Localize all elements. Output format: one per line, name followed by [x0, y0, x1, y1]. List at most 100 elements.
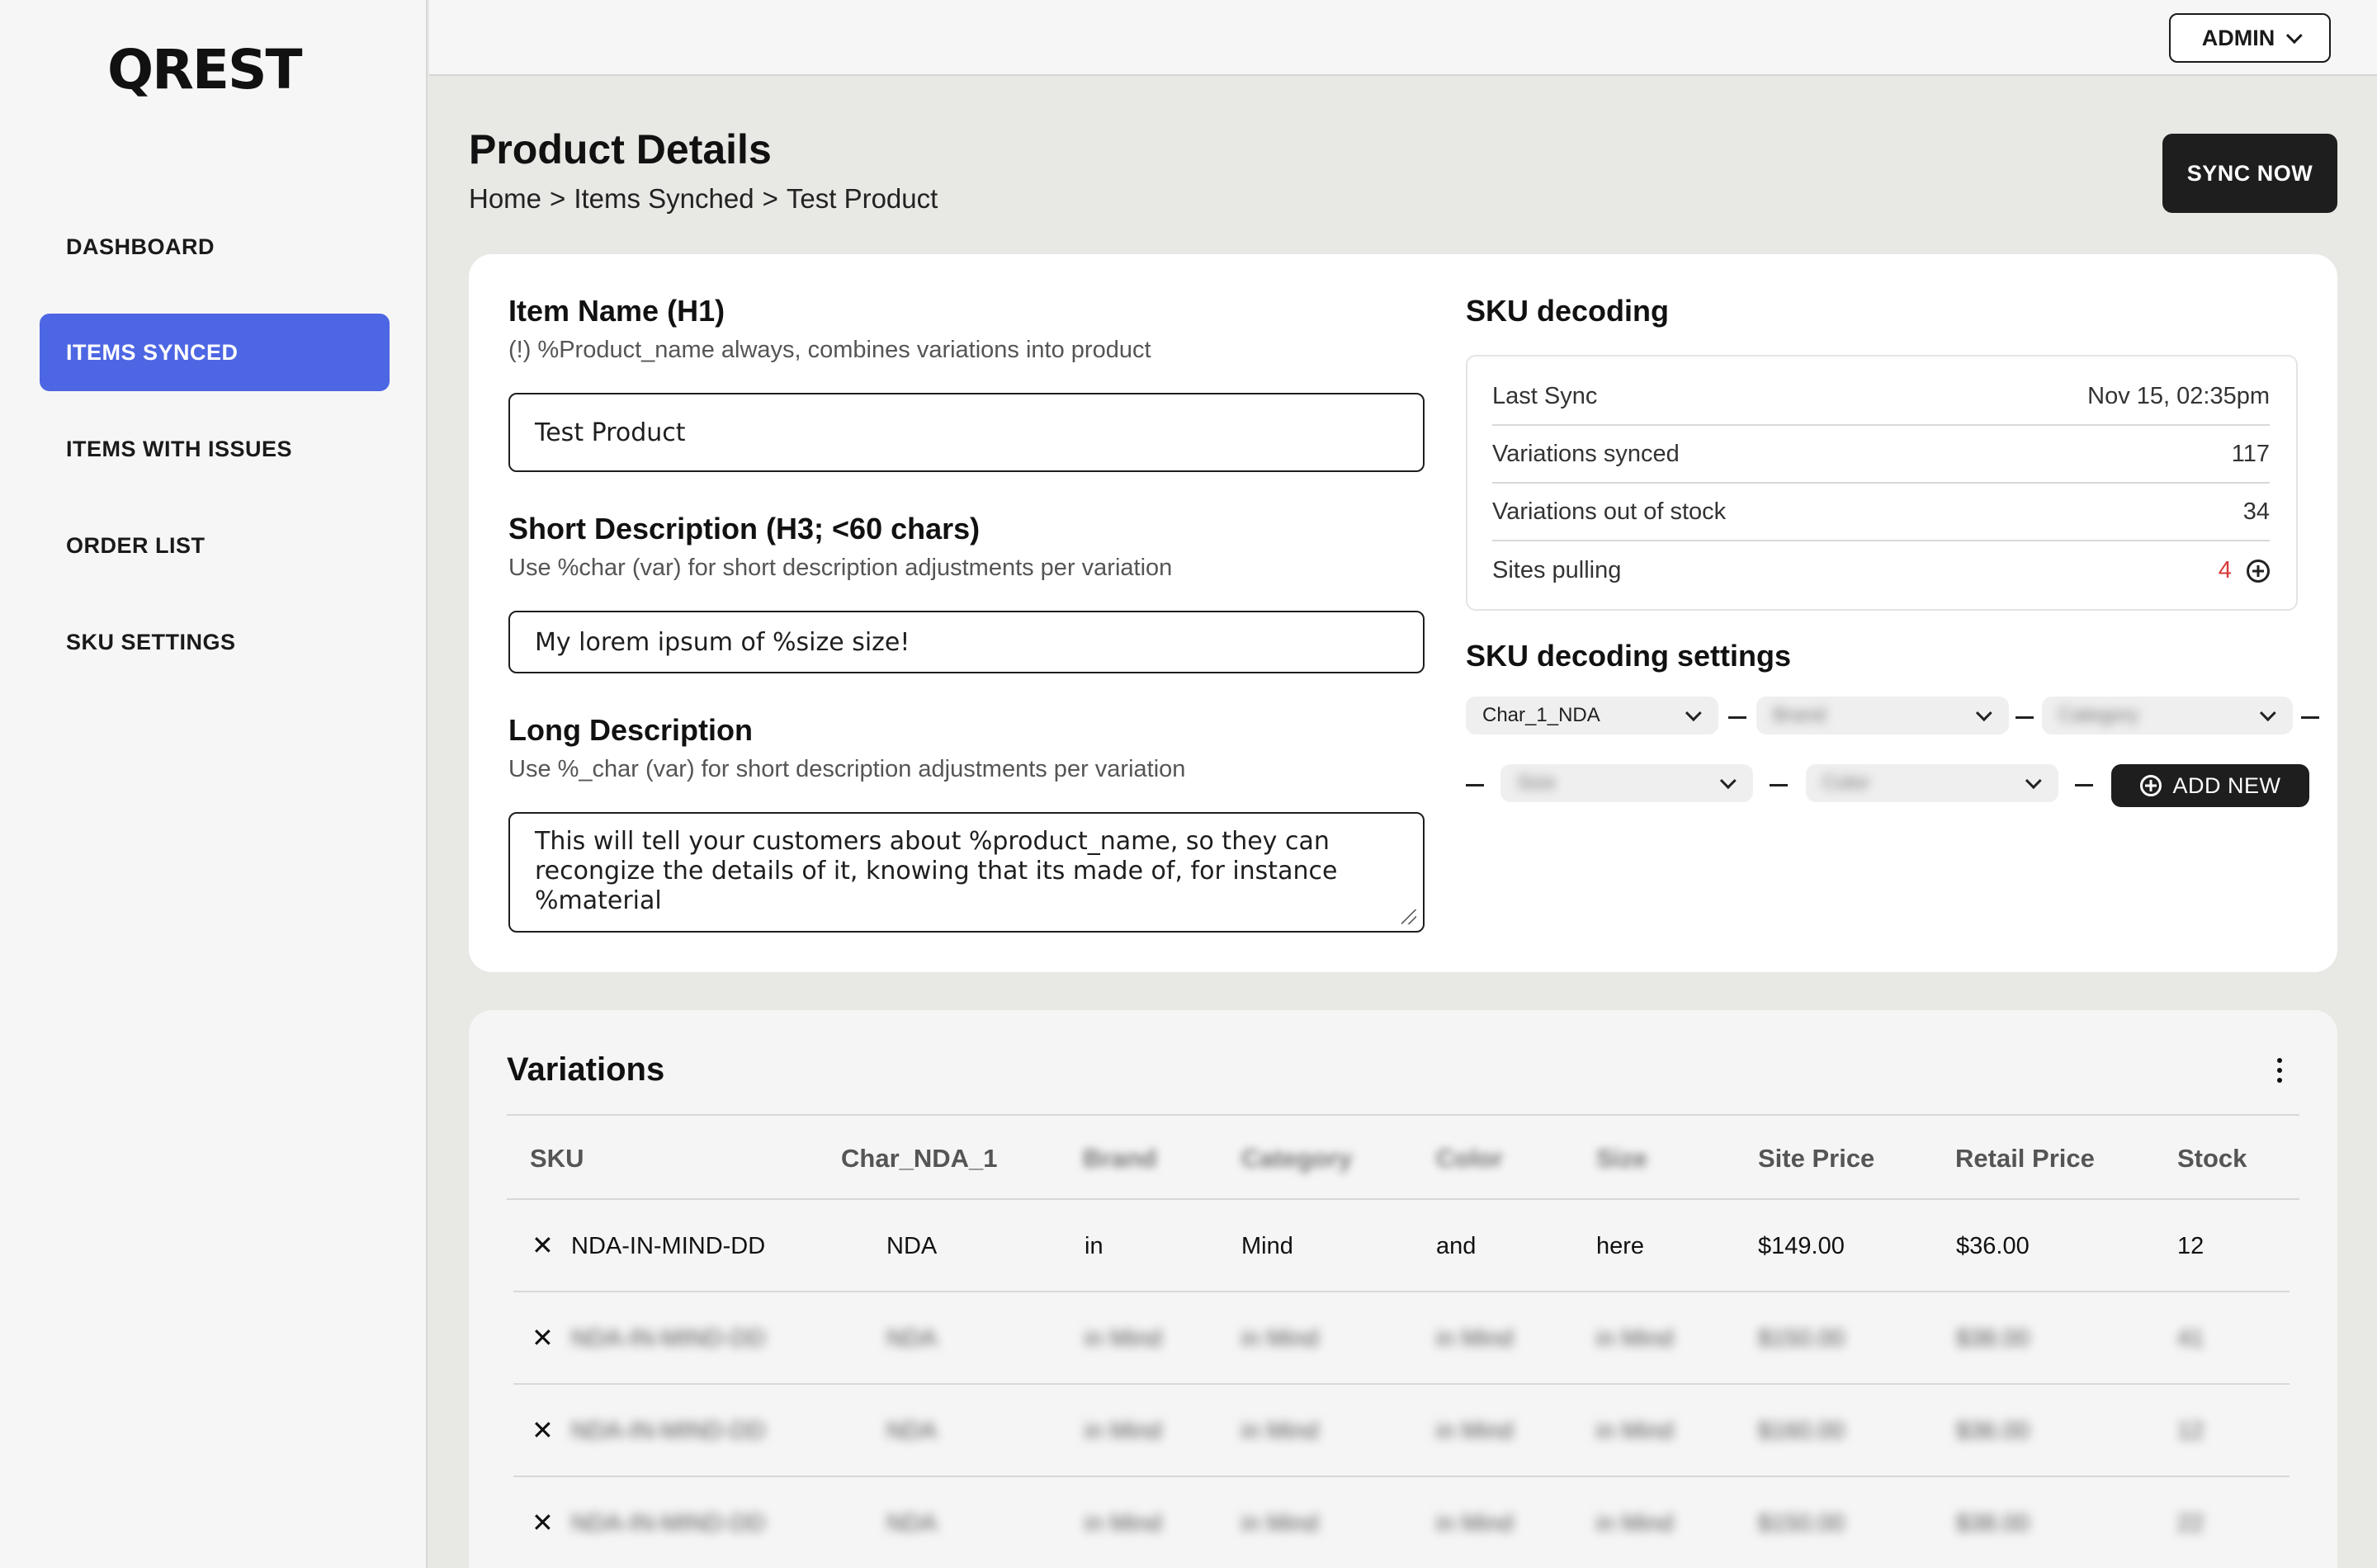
variations-card: Variations SKU Char_NDA_1 Brand Category… [469, 1010, 2337, 1568]
sidebar-item-items-with-issues[interactable]: ITEMS WITH ISSUES [40, 410, 390, 488]
sku-row-sites-pulling: Sites pulling 4 [1492, 541, 2270, 599]
cell-sku: NDA-IN-MIND-DD [571, 1325, 766, 1352]
sku-row-last-sync: Last Sync Nov 15, 02:35pm [1492, 368, 2270, 426]
column-header-char-nda-1[interactable]: Char_NDA_1 [841, 1144, 998, 1174]
column-header-retail-price[interactable]: Retail Price [1955, 1144, 2095, 1174]
dropdown-value: Size [1517, 772, 1556, 794]
breadcrumb-current: Test Product [786, 183, 938, 214]
sku-row-label: Last Sync [1492, 382, 1598, 409]
long-description-title: Long Description [508, 713, 753, 747]
cell-stock: 41 [2177, 1325, 2205, 1352]
cell-stock: 22 [2177, 1510, 2205, 1537]
column-header-sku[interactable]: SKU [530, 1144, 584, 1174]
sidebar-item-sku-settings[interactable]: SKU SETTINGS [40, 603, 390, 681]
short-description-title: Short Description (H3; <60 chars) [508, 512, 981, 545]
chevron-down-icon [2286, 27, 2303, 45]
sku-segment-dropdown-4[interactable]: Size [1500, 764, 1753, 802]
cell-retail-price: $38.00 [1956, 1325, 2030, 1352]
top-bar: ADMIN [429, 0, 2377, 76]
sku-segment-dropdown-1[interactable]: Char_1_NDA [1466, 697, 1718, 734]
cell-color: in Mind [1436, 1418, 1514, 1444]
breadcrumb-home[interactable]: Home [469, 183, 541, 215]
item-name-input[interactable]: Test Product [508, 393, 1425, 472]
admin-menu-label: ADMIN [2201, 25, 2275, 50]
cell-brand: in Mind [1085, 1418, 1162, 1444]
short-description-input[interactable]: My lorem ipsum of %size size! [508, 611, 1425, 673]
sites-pulling-count: 4 [2218, 556, 2232, 583]
column-header-brand[interactable]: Brand [1083, 1144, 1157, 1174]
admin-menu-button[interactable]: ADMIN [2169, 13, 2331, 63]
column-header-size[interactable]: Size [1596, 1144, 1647, 1174]
table-row: ✕ NDA-IN-MIND-DD NDA in Mind in Mind in … [513, 1477, 2290, 1568]
separator-dash [1466, 784, 1484, 786]
sku-segment-dropdown-3[interactable]: Category [2042, 697, 2293, 734]
dropdown-value: Color [1822, 772, 1870, 794]
cell-brand: in [1085, 1233, 1103, 1259]
cell-char-nda-1: NDA [886, 1510, 938, 1537]
resize-handle-icon[interactable] [1401, 909, 1416, 924]
sku-row-value: Nov 15, 02:35pm [2087, 382, 2270, 409]
table-row: ✕ NDA-IN-MIND-DD NDA in Mind and here $1… [513, 1200, 2290, 1292]
sync-now-button[interactable]: SYNC NOW [2162, 134, 2337, 213]
sidebar-item-order-list[interactable]: ORDER LIST [40, 507, 390, 584]
sku-row-value: 34 [2242, 498, 2270, 525]
long-description-textarea[interactable]: This will tell your customers about %pro… [508, 812, 1425, 933]
cell-color: in Mind [1436, 1325, 1514, 1352]
column-header-color[interactable]: Color [1436, 1144, 1503, 1174]
cell-site-price: $150.00 [1758, 1325, 1845, 1352]
dropdown-value: Char_1_NDA [1482, 704, 1600, 726]
cell-sku: NDA-IN-MIND-DD [571, 1510, 766, 1537]
chevron-down-icon [2259, 705, 2276, 722]
remove-row-icon[interactable]: ✕ [532, 1507, 554, 1538]
sku-settings-title: SKU decoding settings [1466, 639, 1792, 673]
sku-row-variations-synced: Variations synced 117 [1492, 426, 2270, 484]
add-new-label: ADD NEW [2172, 772, 2281, 798]
cell-color: in Mind [1436, 1510, 1514, 1537]
separator-dash [2015, 716, 2034, 719]
chevron-down-icon [1685, 705, 1702, 722]
separator-dash [1728, 716, 1746, 719]
add-new-button[interactable]: ADD NEW [2111, 764, 2309, 807]
sku-row-label: Variations synced [1492, 440, 1680, 467]
cell-retail-price: $36.00 [1956, 1418, 2030, 1444]
cell-category: Mind [1241, 1233, 1293, 1259]
cell-char-nda-1: NDA [886, 1325, 938, 1352]
column-header-site-price[interactable]: Site Price [1758, 1144, 1874, 1174]
column-header-stock[interactable]: Stock [2177, 1144, 2247, 1174]
cell-stock: 12 [2177, 1233, 2205, 1259]
cell-stock: 12 [2177, 1418, 2205, 1444]
page-title: Product Details [469, 126, 772, 172]
sku-row-variations-out-of-stock: Variations out of stock 34 [1492, 484, 2270, 541]
long-description-text: This will tell your customers about %pro… [535, 827, 1338, 915]
more-options-icon[interactable] [2275, 1058, 2285, 1086]
breadcrumb-separator: > [550, 183, 566, 214]
long-description-hint: Use %_char (var) for short description a… [508, 756, 1186, 782]
cell-size: in Mind [1596, 1510, 1674, 1537]
cell-sku: NDA-IN-MIND-DD [571, 1418, 766, 1444]
app-logo[interactable]: QREST [107, 43, 303, 97]
cell-category: in Mind [1241, 1510, 1319, 1537]
plus-circle-icon [2139, 775, 2162, 796]
chevron-down-icon [2025, 772, 2042, 790]
breadcrumb-items-synched[interactable]: Items Synched [574, 183, 754, 215]
column-header-category[interactable]: Category [1241, 1144, 1352, 1174]
sidebar-item-dashboard[interactable]: DASHBOARD [40, 208, 390, 286]
variations-title: Variations [507, 1051, 665, 1088]
add-site-icon[interactable] [2247, 559, 2270, 583]
remove-row-icon[interactable]: ✕ [532, 1230, 554, 1261]
table-header: SKU Char_NDA_1 Brand Category Color Size… [507, 1114, 2299, 1200]
sku-segment-dropdown-2[interactable]: Brand [1756, 697, 2009, 734]
cell-sku: NDA-IN-MIND-DD [571, 1233, 766, 1259]
table-row: ✕ NDA-IN-MIND-DD NDA in Mind in Mind in … [513, 1385, 2290, 1477]
remove-row-icon[interactable]: ✕ [532, 1322, 554, 1353]
table-row: ✕ NDA-IN-MIND-DD NDA in Mind in Mind in … [513, 1292, 2290, 1385]
cell-size: in Mind [1596, 1418, 1674, 1444]
separator-dash [2301, 716, 2319, 719]
sidebar-item-items-synced[interactable]: ITEMS SYNCED [40, 314, 390, 391]
sku-segment-dropdown-5[interactable]: Color [1806, 764, 2058, 802]
cell-char-nda-1: NDA [886, 1233, 938, 1259]
short-description-hint: Use %char (var) for short description ad… [508, 555, 1173, 581]
remove-row-icon[interactable]: ✕ [532, 1415, 554, 1446]
breadcrumb: Home > Items Synched > Test Product [469, 183, 938, 215]
cell-category: in Mind [1241, 1418, 1319, 1444]
